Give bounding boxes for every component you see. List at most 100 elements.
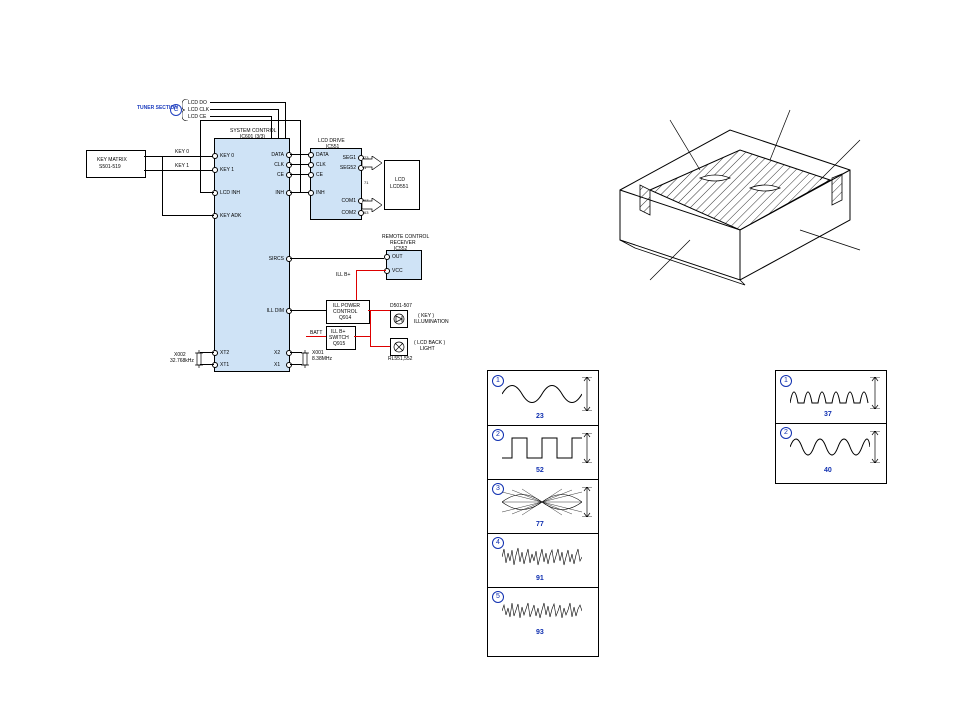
system-control-sub: IC601 (3/3) xyxy=(240,134,265,140)
lcd-drive-sub: IC551 xyxy=(326,144,339,150)
am-wave-icon xyxy=(502,487,582,517)
amp-marker-icon xyxy=(582,377,592,411)
wave-l5-val: 93 xyxy=(536,629,544,636)
led-icon xyxy=(392,312,406,326)
pin-illdim xyxy=(286,308,292,314)
key-illum-l3: ILLUMINATION xyxy=(414,319,449,325)
ill-bplus-label: ILL B+ xyxy=(336,272,350,278)
ill-power-block: ILL POWER CONTROL Q914 xyxy=(326,300,370,324)
lcd-block: LCD LCD551 xyxy=(384,160,420,210)
key-matrix-sub: S501-519 xyxy=(99,164,121,170)
square-wave-icon xyxy=(502,433,582,463)
amp-marker-icon xyxy=(582,433,592,463)
ill-switch-block: ILL B+ SWITCH Q915 xyxy=(326,326,356,350)
backlight-rl: RL551,552 xyxy=(388,356,412,362)
key-illum-diodes: D501-507 xyxy=(390,303,412,309)
lcd-drive-pin-clk xyxy=(308,162,314,168)
remote-vcc-label: VCC xyxy=(392,268,403,274)
key-illum-box xyxy=(390,310,408,328)
key0-bus-label: KEY 0 xyxy=(175,149,189,155)
amp-marker-icon xyxy=(582,487,592,517)
pulse-wave-icon xyxy=(790,377,870,409)
pin-data xyxy=(286,152,292,158)
seg1-label: SEG1 xyxy=(338,155,356,161)
lcd-drive-ce-label: CE xyxy=(316,172,323,178)
bus-lcd-clk: LCD CLK xyxy=(188,107,209,113)
wave-l4-val: 91 xyxy=(536,575,544,582)
pin-data-label: DATA xyxy=(268,152,284,158)
lamp-icon xyxy=(392,340,406,354)
amp-marker-icon xyxy=(870,431,880,463)
lcd-drive-data-label: DATA xyxy=(316,152,329,158)
pin-xt2 xyxy=(212,350,218,356)
com1-label: COM1 xyxy=(338,198,356,204)
wave-l2-val: 52 xyxy=(536,467,544,474)
pin-clk xyxy=(286,162,292,168)
pinnum-c: 71 xyxy=(364,180,368,185)
pin-inh-r xyxy=(286,190,292,196)
pin-lcdinh-label: LCD INH xyxy=(220,190,240,196)
bus-lcd-do: LCD DO xyxy=(188,100,207,106)
lcd-drive-pin-data xyxy=(308,152,314,158)
sine-wave-icon xyxy=(790,431,870,463)
lcd-drive-inh-label: INH xyxy=(316,190,325,196)
remote-pin-out xyxy=(384,254,390,260)
seg52-label: SEG52 xyxy=(338,165,356,171)
key-matrix-title: KEY MATRIX xyxy=(97,157,127,163)
pin-key0 xyxy=(212,153,218,159)
ill-power-t3: Q914 xyxy=(339,315,351,321)
lcd-drive-pin-ce xyxy=(308,172,314,178)
x001-val: 8.38MHz xyxy=(312,356,332,362)
lcd-drive-pin-inh xyxy=(308,190,314,196)
pin-ce-label: CE xyxy=(268,172,284,178)
wave-l1-val: 23 xyxy=(536,413,544,420)
waveform-right-group: 1 37 2 40 xyxy=(775,370,887,484)
backlight-box xyxy=(390,338,408,356)
pin-keyadk-label: KEY ADK xyxy=(220,213,241,219)
waveform-left-group: 1 23 2 52 3 77 4 91 5 93 xyxy=(487,370,599,657)
pin-sircs xyxy=(286,256,292,262)
pin-illdim-label: ILL DIM xyxy=(262,308,284,314)
tuner-section-label: TUNER SECTION xyxy=(137,105,167,111)
pin-key1 xyxy=(212,167,218,173)
noise-wave-icon xyxy=(502,543,582,571)
wave-r2-val: 40 xyxy=(824,467,832,474)
bus-brace-icon xyxy=(182,99,188,121)
ill-switch-t3: Q915 xyxy=(333,341,345,347)
com2-label: COM2 xyxy=(338,210,356,216)
pin-key0-label: KEY 0 xyxy=(220,153,234,159)
pin-lcdinh-l xyxy=(212,190,218,196)
device-isometric-icon xyxy=(580,80,880,290)
lcd-drive-clk-label: CLK xyxy=(316,162,326,168)
lcd-title: LCD xyxy=(395,177,405,183)
lcd-bus-arrow1 xyxy=(362,156,382,170)
remote-pin-vcc xyxy=(384,268,390,274)
pin-xt2-label: XT2 xyxy=(220,350,229,356)
pin-ce xyxy=(286,172,292,178)
wave-r1-val: 37 xyxy=(824,411,832,418)
sine-wave-icon xyxy=(502,377,582,411)
amp-marker-icon xyxy=(870,377,880,409)
pin-keyadk xyxy=(212,213,218,219)
tuner-c-badge: C xyxy=(170,104,182,116)
pin-xt1 xyxy=(212,362,218,368)
lcd-sub: LCD551 xyxy=(390,184,408,190)
wave-l3-val: 77 xyxy=(536,521,544,528)
pin-x2 xyxy=(286,350,292,356)
pin-x2-label: X2 xyxy=(274,350,280,356)
key1-bus-label: KEY 1 xyxy=(175,163,189,169)
pin-key1-label: KEY 1 xyxy=(220,167,234,173)
pin-x1 xyxy=(286,362,292,368)
key-matrix-block: KEY MATRIX S501-519 xyxy=(86,150,146,178)
remote-title3: IC552 xyxy=(394,246,407,252)
pin-clk-label: CLK xyxy=(268,162,284,168)
pin-x1-label: X1 xyxy=(274,362,280,368)
noise-wave-icon xyxy=(502,597,582,625)
x002-val: 32.768kHz xyxy=(170,358,194,364)
lcd-bus-arrow2 xyxy=(362,198,382,212)
pin-inh-label: INH xyxy=(268,190,284,196)
backlight-l3: LIGHT xyxy=(420,346,435,352)
pin-sircs-label: SIRCS xyxy=(262,256,284,262)
remote-out-label: OUT xyxy=(392,254,403,260)
pin-xt1-label: XT1 xyxy=(220,362,229,368)
